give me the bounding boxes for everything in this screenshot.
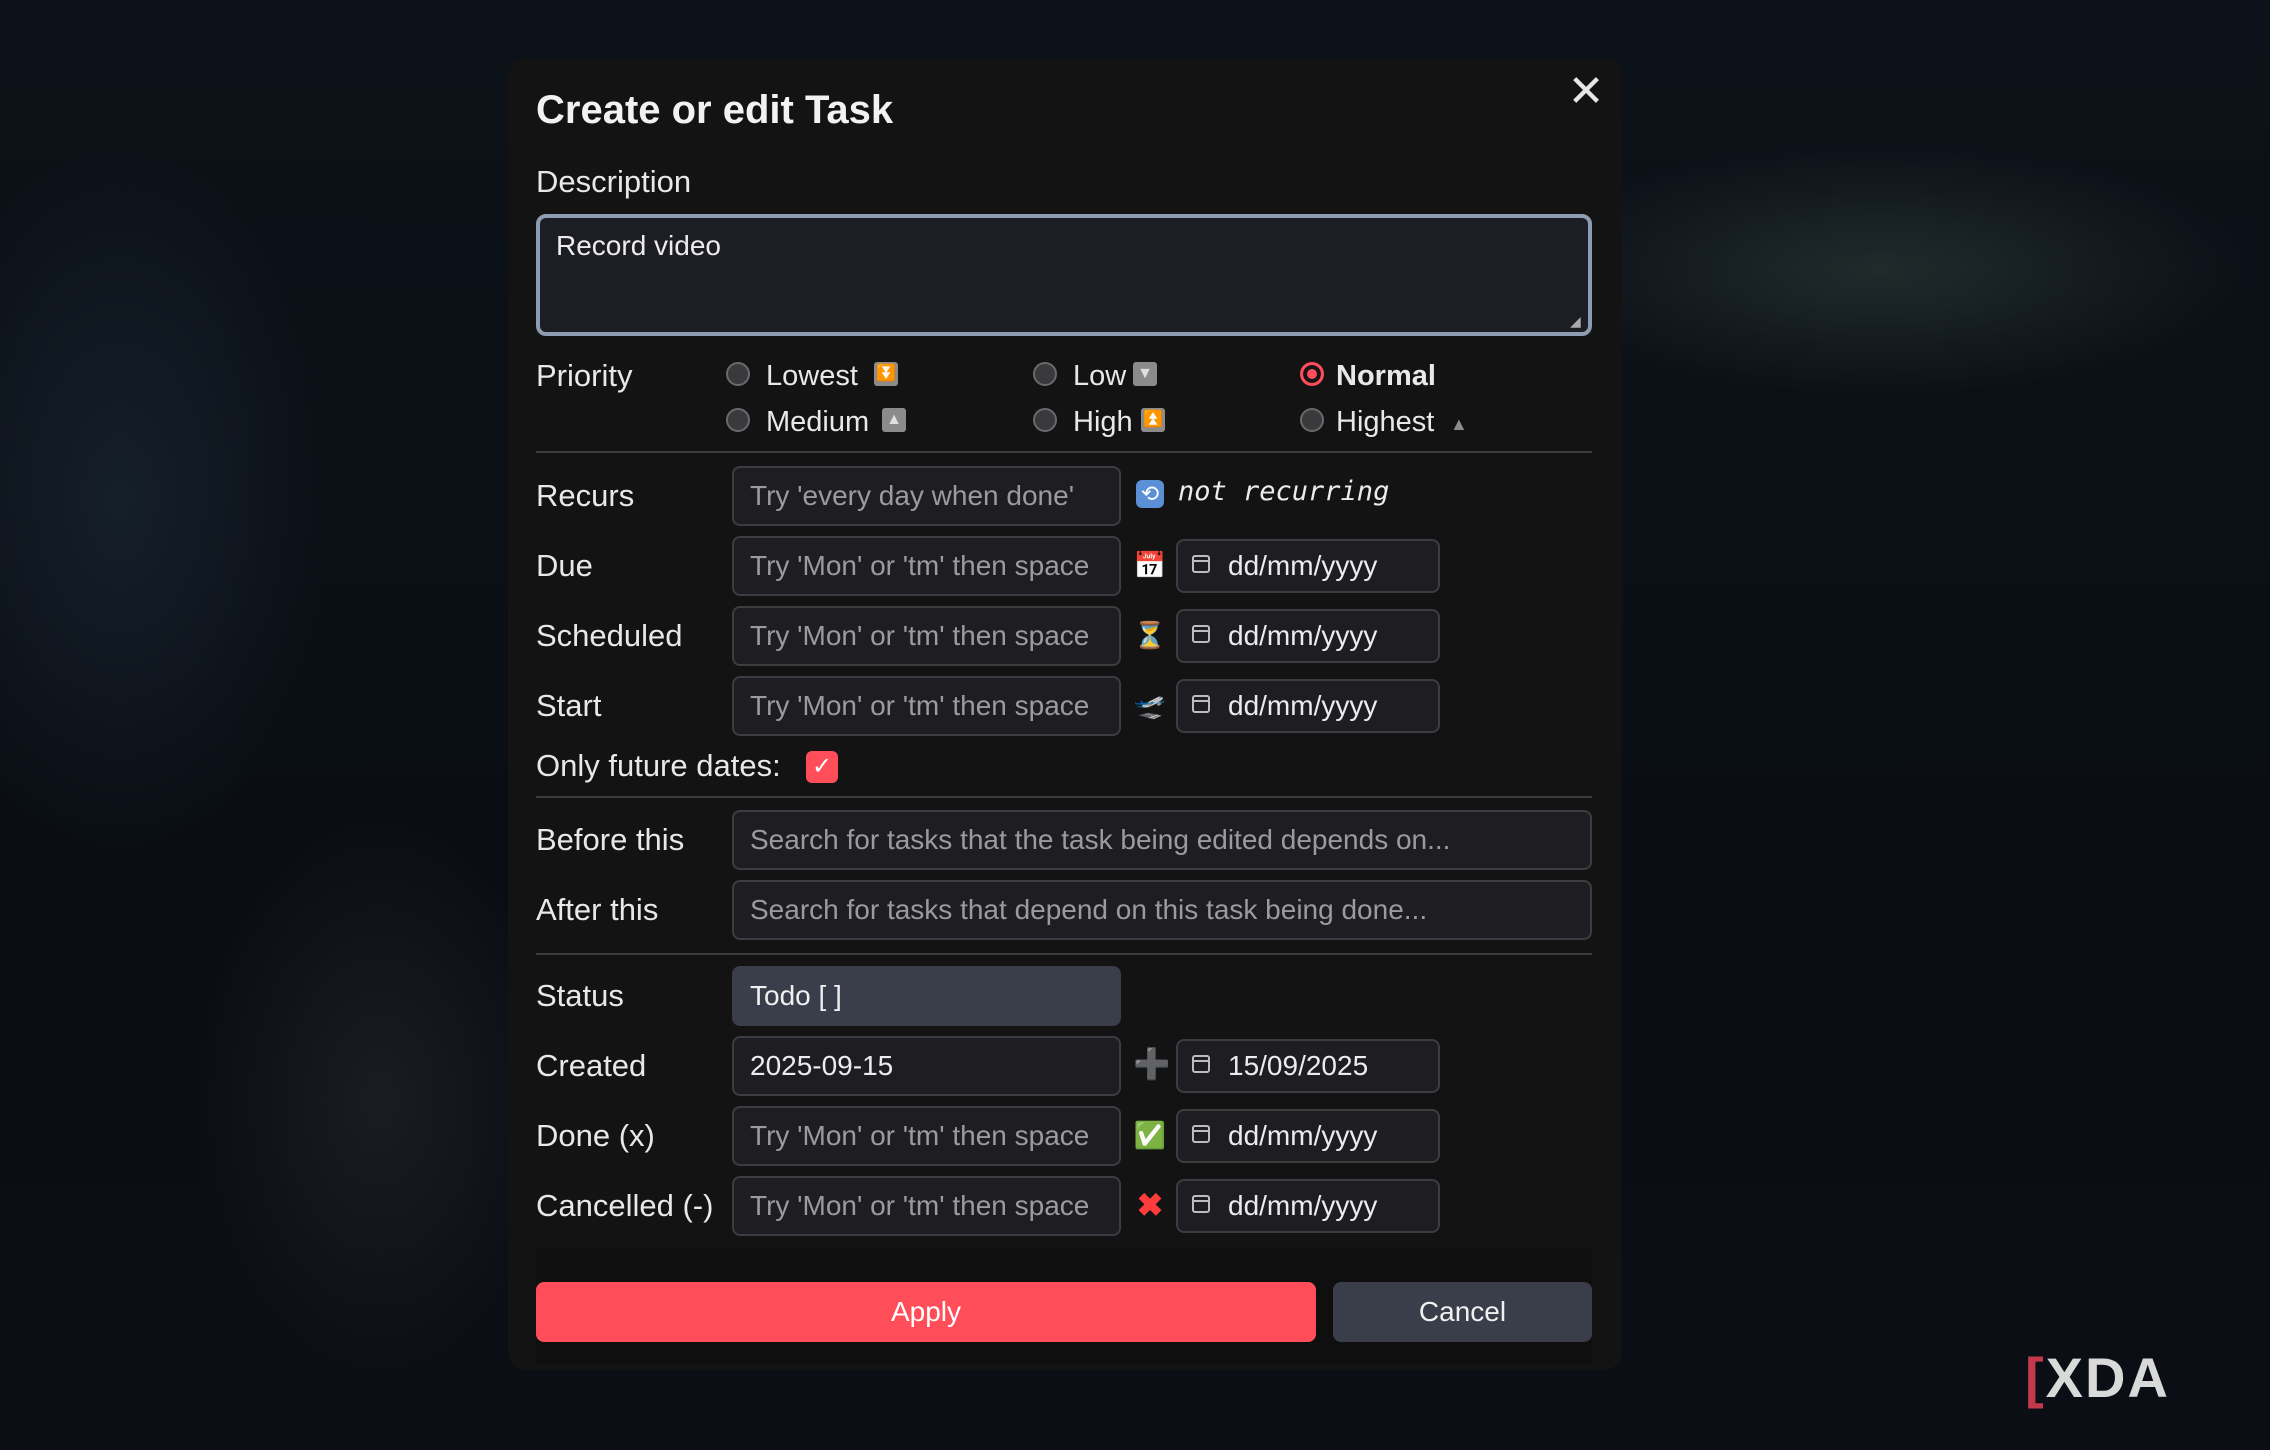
- cancel-button[interactable]: Cancel: [1333, 1282, 1592, 1342]
- status-select[interactable]: Todo [ ]: [732, 966, 1121, 1026]
- airplane-departure-icon: 🛫: [1133, 690, 1167, 720]
- divider: [536, 796, 1592, 798]
- low-priority-icon: ▼: [1133, 362, 1157, 386]
- priority-label: Priority: [536, 358, 633, 393]
- low-radio[interactable]: [1033, 362, 1057, 386]
- high-label: High: [1073, 406, 1133, 438]
- only-future-dates-label: Only future dates:: [536, 748, 781, 783]
- cancelled-label: Cancelled (-): [536, 1188, 714, 1223]
- done-date-value: dd/mm/yyyy: [1228, 1120, 1378, 1151]
- recurs-input[interactable]: Try 'every day when done': [732, 466, 1121, 526]
- description-label: Description: [536, 164, 692, 199]
- description-textarea[interactable]: Record video ◢: [536, 214, 1592, 336]
- calendar-icon: [1192, 1125, 1210, 1143]
- normal-label: Normal: [1336, 360, 1436, 392]
- cancelled-input[interactable]: Try 'Mon' or 'tm' then space: [732, 1176, 1121, 1236]
- high-radio[interactable]: [1033, 408, 1057, 432]
- check-mark-icon: ✅: [1133, 1120, 1167, 1150]
- description-value: Record video: [556, 230, 721, 261]
- due-input[interactable]: Try 'Mon' or 'tm' then space: [732, 536, 1121, 596]
- created-date-value: 15/09/2025: [1228, 1050, 1369, 1081]
- after-this-search-input[interactable]: Search for tasks that depend on this tas…: [732, 880, 1592, 940]
- medium-label: Medium: [766, 406, 870, 438]
- only-future-dates-checkbox[interactable]: ✓: [806, 751, 838, 783]
- medium-priority-icon: ▲: [882, 408, 906, 432]
- task-edit-dialog: Create or edit Task ✕ Description Record…: [508, 58, 1622, 1370]
- cancelled-date-value: dd/mm/yyyy: [1228, 1190, 1378, 1221]
- resize-handle-icon[interactable]: ◢: [1570, 314, 1584, 328]
- xda-watermark: [XDA: [2025, 1345, 2170, 1410]
- due-date-picker[interactable]: dd/mm/yyyy: [1176, 539, 1440, 593]
- status-label: Status: [536, 978, 624, 1013]
- high-priority-icon: ⏫: [1141, 408, 1165, 432]
- xda-watermark-text: XDA: [2045, 1346, 2170, 1409]
- medium-radio[interactable]: [726, 408, 750, 432]
- calendar-icon: [1192, 555, 1210, 573]
- done-date-picker[interactable]: dd/mm/yyyy: [1176, 1109, 1440, 1163]
- before-this-search-input[interactable]: Search for tasks that the task being edi…: [732, 810, 1592, 870]
- highest-priority-icon: ▲: [1450, 414, 1468, 434]
- calendar-icon: [1192, 625, 1210, 643]
- recurrence-status: not recurring: [1178, 476, 1390, 507]
- dialog-title: Create or edit Task: [536, 88, 894, 132]
- calendar-icon: [1192, 695, 1210, 713]
- due-date-value: dd/mm/yyyy: [1228, 550, 1378, 581]
- lowest-priority-icon: ⏬: [874, 362, 898, 386]
- cancelled-date-picker[interactable]: dd/mm/yyyy: [1176, 1179, 1440, 1233]
- scheduled-date-picker[interactable]: dd/mm/yyyy: [1176, 609, 1440, 663]
- start-input[interactable]: Try 'Mon' or 'tm' then space: [732, 676, 1121, 736]
- scheduled-label: Scheduled: [536, 618, 683, 653]
- done-label: Done (x): [536, 1118, 655, 1153]
- created-label: Created: [536, 1048, 647, 1083]
- start-date-picker[interactable]: dd/mm/yyyy: [1176, 679, 1440, 733]
- scheduled-input[interactable]: Try 'Mon' or 'tm' then space: [732, 606, 1121, 666]
- after-this-label: After this: [536, 892, 659, 927]
- highest-label: Highest: [1336, 406, 1435, 438]
- calendar-icon: [1192, 1195, 1210, 1213]
- hourglass-icon: ⏳: [1133, 620, 1167, 650]
- divider: [536, 451, 1592, 453]
- created-input[interactable]: 2025-09-15: [732, 1036, 1121, 1096]
- created-date-picker[interactable]: 15/09/2025: [1176, 1039, 1440, 1093]
- xda-logo-icon: [: [2025, 1346, 2046, 1409]
- apply-button[interactable]: Apply: [536, 1282, 1316, 1342]
- low-label: Low: [1073, 360, 1127, 392]
- recurs-label: Recurs: [536, 478, 635, 513]
- start-date-value: dd/mm/yyyy: [1228, 690, 1378, 721]
- calendar-emoji-icon: 📅: [1133, 550, 1167, 580]
- scheduled-date-value: dd/mm/yyyy: [1228, 620, 1378, 651]
- recurring-icon: ⟲: [1136, 480, 1164, 508]
- lowest-label: Lowest: [766, 360, 858, 392]
- plus-icon: ➕: [1133, 1048, 1171, 1081]
- normal-radio[interactable]: [1300, 362, 1324, 386]
- cross-mark-icon: ✖: [1136, 1187, 1164, 1223]
- close-icon[interactable]: ✕: [1566, 70, 1606, 114]
- done-input[interactable]: Try 'Mon' or 'tm' then space: [732, 1106, 1121, 1166]
- highest-radio[interactable]: [1300, 408, 1324, 432]
- due-label: Due: [536, 548, 593, 583]
- start-label: Start: [536, 688, 602, 723]
- calendar-icon: [1192, 1055, 1210, 1073]
- before-this-label: Before this: [536, 822, 685, 857]
- lowest-radio[interactable]: [726, 362, 750, 386]
- divider: [536, 953, 1592, 955]
